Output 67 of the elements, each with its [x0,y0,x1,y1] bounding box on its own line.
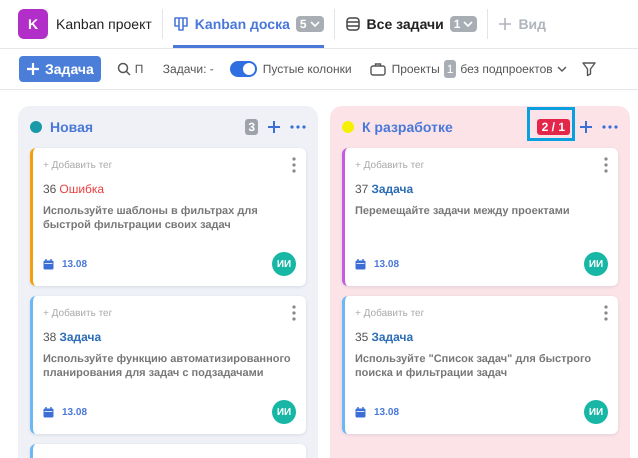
add-tag-link[interactable]: + Добавить тег [43,160,112,170]
chevron-icon [556,65,567,73]
calendar-icon [43,406,54,418]
task-card[interactable]: + Добавить тег 38 Задача Используйте функцию автоматизированного планирования для задач с подзадачами 13.08 ИИ [30,296,306,434]
assignee-avatar: ИИ [272,252,296,276]
due-date: 13.08 [374,258,400,270]
task-number: 36 [43,182,56,196]
briefcase-icon [370,62,386,76]
task-description: Используйте функцию автоматизированного планирования для задач с подзадачами [43,352,292,381]
project-name: Kanban проект [56,16,152,32]
task-number: 37 [355,182,368,196]
task-type: Ошибка [59,182,104,196]
calendar-icon [43,258,54,270]
due-date: 13.08 [62,406,88,418]
task-description: Используйте "Список задач" для быстрого поиска и фильтрации задач [355,352,592,381]
column-title: Новая [50,119,94,135]
task-card[interactable]: + Добавить тег 36 Ошибка Используйте шаблоны в фильтрах для быстрой фильтрации своих задач 13.08 ИИ [30,148,306,286]
count-dropdown[interactable]: 1 [450,16,478,32]
task-count-badge: 3 [245,119,258,135]
task-type: Задача [59,330,102,344]
add-tag-link[interactable]: + Добавить тег [355,160,424,170]
calendar-icon [355,258,366,270]
project-avatar: K [18,9,48,39]
toggle-label: Пустые колонки [262,62,352,76]
task-description: Используйте шаблоны в фильтрах для быстрой фильтрации своих задач [43,204,259,233]
task-type: Задача [371,330,414,344]
assignee-avatar: ИИ [584,400,608,424]
view-tab[interactable]: Все задачи 1 [344,0,478,48]
kebab-icon[interactable] [292,157,296,173]
count-dropdown[interactable]: 5 [296,16,324,32]
view-tab[interactable]: Kanban доска 5 [172,0,324,48]
board-icon [172,16,189,32]
chevron-icon [463,20,474,28]
add-icon[interactable] [267,120,281,134]
kebab-icon[interactable] [604,305,608,321]
kebab-icon[interactable] [604,157,608,173]
task-type: Задача [371,182,414,196]
more-icon[interactable] [290,125,306,129]
add-tag-link[interactable]: + Добавить тег [43,308,112,318]
projects-count: 1 [444,60,456,78]
chevron-icon [310,20,320,28]
stack-icon [344,16,361,32]
assignee-avatar: ИИ [272,400,296,424]
add-tag-link[interactable]: + Добавить тег [355,308,424,318]
due-date: 13.08 [374,406,400,418]
toggle-switch[interactable] [230,61,257,77]
column-title: К разработке [362,119,453,135]
task-card[interactable]: + Добавить тег 37 Задача Перемещайте задачи между проектами 13.08 ИИ [342,148,618,286]
calendar-icon [355,406,366,418]
task-number: 38 [43,330,56,344]
add-task-button[interactable]: Задача [19,56,101,82]
add-icon[interactable] [579,120,593,134]
projects-label: Проекты [392,62,440,76]
assignee-avatar: ИИ [584,252,608,276]
kebab-icon[interactable] [292,305,296,321]
search-icon [116,62,131,76]
subprojects-dropdown[interactable]: без подпроектов [460,62,567,76]
plus-icon [26,62,40,76]
task-number: 35 [355,330,368,344]
task-description: Перемещайте задачи между проектами [355,204,571,218]
task-card[interactable]: + Добавить тег 35 Задача Используйте "Список задач" для быстрого поиска и фильтрации задач 13.08 ИИ [342,296,618,434]
more-icon[interactable] [602,125,618,129]
plus-icon [498,17,512,31]
filter-icon[interactable] [580,61,597,77]
tasks-filter[interactable]: Задачи: - [162,62,214,76]
task-count-badge: 2 / 1 [536,119,570,135]
due-date: 13.08 [62,258,88,270]
